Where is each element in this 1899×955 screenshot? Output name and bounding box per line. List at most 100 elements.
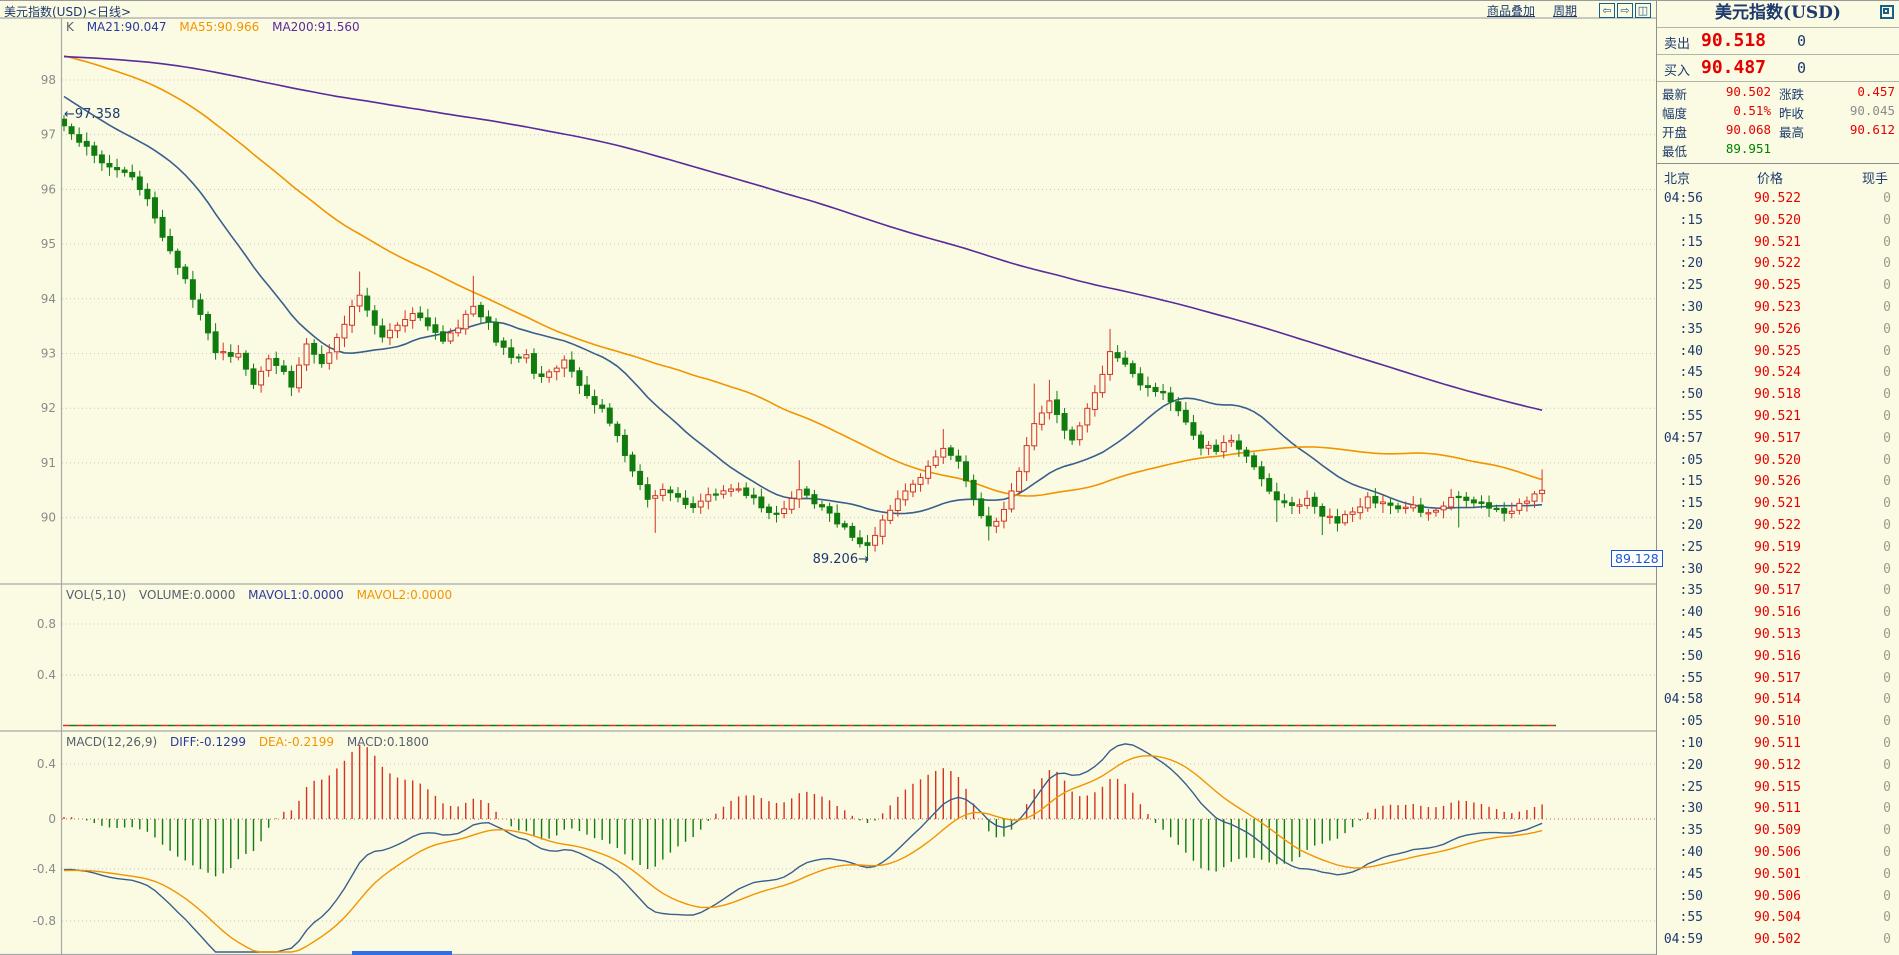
- macd-indicator-labels: MACD(12,26,9) DIFF:-0.1299 DEA:-0.2199 M…: [66, 735, 438, 749]
- overlay-link[interactable]: 商品叠加: [1487, 2, 1535, 19]
- volume-indicator-labels: VOL(5,10) VOLUME:0.0000 MAVOL1:0.0000 MA…: [66, 588, 461, 602]
- time-sales-row: :5590.5170: [1657, 668, 1899, 690]
- k-label: K: [66, 20, 74, 34]
- price-column-header: 价格: [1757, 168, 1783, 187]
- high-price-annotation: ←97.358: [64, 107, 120, 122]
- svg-text:94: 94: [41, 292, 56, 306]
- ma55-label: MA55:90.966: [179, 20, 259, 34]
- svg-text:98: 98: [41, 73, 56, 87]
- volume-value-label: VOLUME:0.0000: [139, 588, 235, 602]
- prev-arrow-icon[interactable]: ⇦: [1599, 3, 1615, 18]
- time-sales-header: 北京 价格 现手: [1657, 164, 1899, 188]
- time-sales-row: :3090.5230: [1657, 297, 1899, 319]
- buy-label: 买入: [1664, 60, 1690, 79]
- time-sales-row: :2090.5220: [1657, 515, 1899, 537]
- time-sales-row: :4090.5250: [1657, 341, 1899, 363]
- ma200-label: MA200:91.560: [272, 20, 360, 34]
- quote-info-row: 幅度0.51%昨收90.045: [1657, 103, 1899, 122]
- time-sales-row: :5090.5060: [1657, 886, 1899, 908]
- svg-text:92: 92: [41, 401, 56, 415]
- time-sales-row: :2590.5150: [1657, 777, 1899, 799]
- time-sales-row: :5590.5210: [1657, 406, 1899, 428]
- time-sales-row: :3590.5090: [1657, 820, 1899, 842]
- quote-info-block: 最新90.502涨跌0.457幅度0.51%昨收90.045开盘90.068最高…: [1657, 82, 1899, 164]
- time-sales-row: 04:5890.5140: [1657, 689, 1899, 711]
- time-column-header: 北京: [1664, 168, 1690, 187]
- macd-params-label: MACD(12,26,9): [66, 735, 157, 749]
- svg-text:96: 96: [41, 182, 56, 196]
- time-sales-row: :4090.5060: [1657, 842, 1899, 864]
- sell-label: 卖出: [1664, 33, 1690, 52]
- svg-text:93: 93: [41, 347, 56, 361]
- svg-text:97: 97: [41, 128, 56, 142]
- chart-toolbar: 商品叠加 周期 ⇦ ⇨ ◫: [1487, 2, 1651, 18]
- time-sales-row: 04:5690.5220: [1657, 188, 1899, 210]
- time-sales-row: :2090.5220: [1657, 253, 1899, 275]
- sell-lots: 0: [1797, 32, 1806, 50]
- time-sales-row: :5090.5180: [1657, 384, 1899, 406]
- mavol1-label: MAVOL1:0.0000: [248, 588, 344, 602]
- time-sales-row: :3090.5220: [1657, 559, 1899, 581]
- time-sales-row: :2590.5190: [1657, 537, 1899, 559]
- time-sales-row: :3590.5260: [1657, 319, 1899, 341]
- right-price-label: 89.128: [1611, 550, 1663, 567]
- horizontal-scrollbar-thumb[interactable]: [352, 951, 452, 955]
- time-sales-row: :1590.5200: [1657, 210, 1899, 232]
- panel-title-row: 美元指数(USD): [1657, 1, 1899, 28]
- quote-info-row: 最低89.951: [1657, 141, 1899, 160]
- time-sales-row: :3090.5110: [1657, 798, 1899, 820]
- main-indicator-labels: K MA21:90.047 MA55:90.966 MA200:91.560: [66, 20, 369, 34]
- time-sales-row: :2590.5250: [1657, 275, 1899, 297]
- svg-text:0.8: 0.8: [37, 617, 56, 631]
- time-sales-row: :4590.5130: [1657, 624, 1899, 646]
- period-link[interactable]: 周期: [1553, 2, 1577, 19]
- lots-column-header: 现手: [1862, 168, 1888, 187]
- sell-price: 90.518: [1701, 30, 1766, 51]
- svg-text:95: 95: [41, 237, 56, 251]
- ma21-label: MA21:90.047: [87, 20, 167, 34]
- buy-lots: 0: [1797, 59, 1806, 77]
- time-sales-row: :1090.5110: [1657, 733, 1899, 755]
- panel-title: 美元指数(USD): [1657, 1, 1899, 26]
- time-sales-list: 04:5690.5220:1590.5200:1590.5210:2090.52…: [1657, 188, 1899, 951]
- time-sales-row: :4090.5160: [1657, 602, 1899, 624]
- svg-text:-0.4: -0.4: [33, 862, 56, 876]
- time-sales-row: :5090.5160: [1657, 646, 1899, 668]
- maximize-icon[interactable]: [1880, 5, 1894, 19]
- time-sales-row: :1590.5210: [1657, 493, 1899, 515]
- buy-quote-row[interactable]: 买入 90.487 0: [1657, 55, 1899, 82]
- quote-info-row: 开盘90.068最高90.612: [1657, 122, 1899, 141]
- svg-text:-0.8: -0.8: [33, 914, 56, 928]
- vol-label: VOL(5,10): [66, 588, 126, 602]
- time-sales-row: 04:5990.5020: [1657, 929, 1899, 951]
- time-sales-row: 04:5790.5170: [1657, 428, 1899, 450]
- dea-label: DEA:-0.2199: [259, 735, 334, 749]
- chart-header: 美元指数(USD)<日线>: [0, 1, 1656, 18]
- macd-value-label: MACD:0.1800: [347, 735, 429, 749]
- time-sales-row: :2090.5120: [1657, 755, 1899, 777]
- svg-text:91: 91: [41, 456, 56, 470]
- low-price-annotation: 89.206→: [773, 552, 869, 567]
- svg-text:90: 90: [41, 511, 56, 525]
- quote-panel: 美元指数(USD) 卖出 90.518 0 买入 90.487 0 最新90.5…: [1656, 1, 1899, 955]
- next-arrow-icon[interactable]: ⇨: [1617, 3, 1633, 18]
- time-sales-row: :0590.5100: [1657, 711, 1899, 733]
- svg-text:0: 0: [48, 812, 56, 826]
- svg-text:0.4: 0.4: [37, 757, 56, 771]
- toolbar-icon-group: ⇦ ⇨ ◫: [1599, 3, 1651, 18]
- time-sales-row: :4590.5240: [1657, 362, 1899, 384]
- split-window-icon[interactable]: ◫: [1635, 3, 1651, 18]
- time-sales-row: :3590.5170: [1657, 580, 1899, 602]
- time-sales-row: :1590.5260: [1657, 471, 1899, 493]
- time-sales-row: :1590.5210: [1657, 232, 1899, 254]
- sell-quote-row[interactable]: 卖出 90.518 0: [1657, 28, 1899, 55]
- svg-text:0.4: 0.4: [37, 668, 56, 682]
- time-sales-row: :5590.5040: [1657, 907, 1899, 929]
- buy-price: 90.487: [1701, 57, 1766, 78]
- chart-title: 美元指数(USD)<日线>: [4, 3, 131, 20]
- trading-terminal: { "window": { "chart_title": "美元指数(USD)<…: [0, 0, 1899, 955]
- quote-info-row: 最新90.502涨跌0.457: [1657, 84, 1899, 103]
- time-sales-row: :4590.5010: [1657, 864, 1899, 886]
- time-sales-row: :0590.5200: [1657, 450, 1899, 472]
- price-chart-svg[interactable]: 98 97 96 95 94 93 92 91 90 0.8 0.4 0.4 0 -0.4 -0.8: [0, 1, 1656, 955]
